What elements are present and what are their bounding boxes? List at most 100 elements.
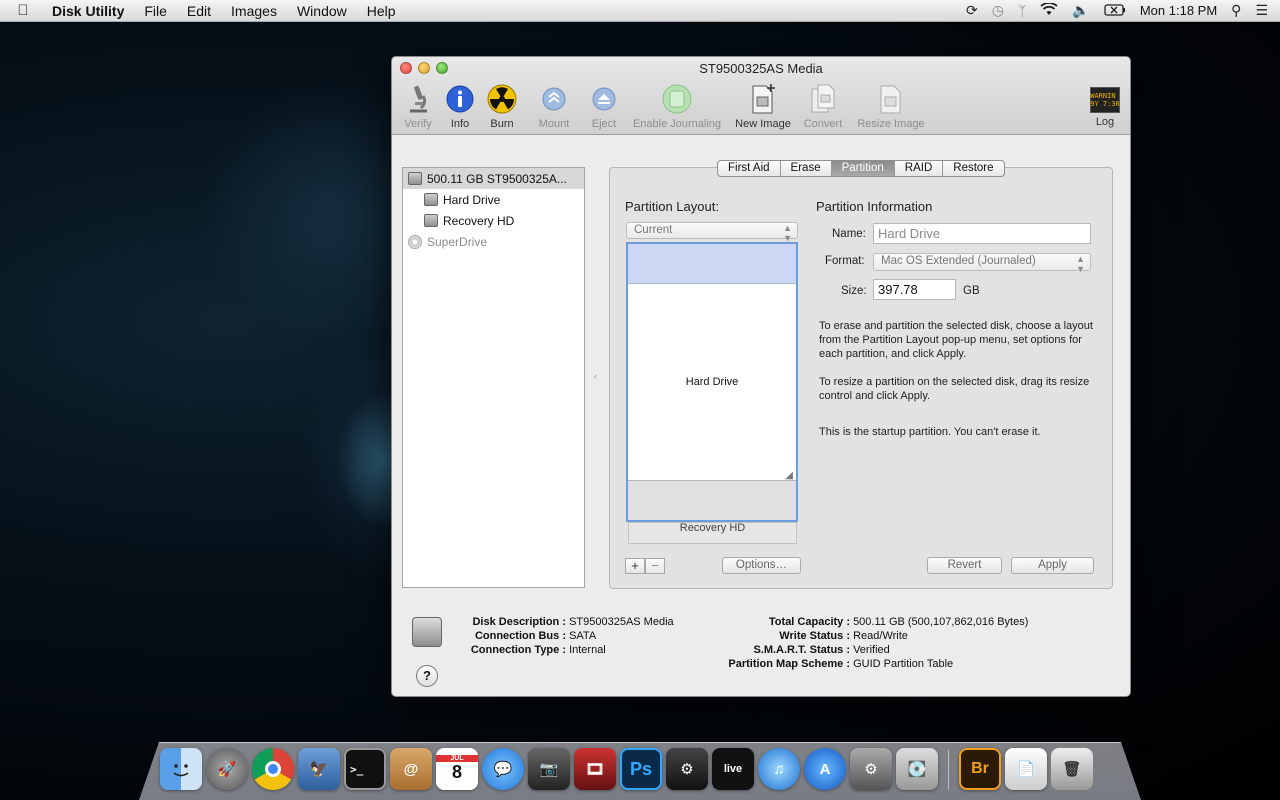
messages-icon[interactable]: 💬 xyxy=(482,748,524,790)
verify-button[interactable]: Verify xyxy=(400,83,436,130)
preview-eagle-icon[interactable]: 🦅 xyxy=(298,748,340,790)
eject-icon xyxy=(588,83,620,115)
partition-help-text-1: To erase and partition the selected disk… xyxy=(819,320,1093,360)
apple-menu-icon[interactable]:  xyxy=(0,2,46,19)
resize-image-button[interactable]: Resize Image xyxy=(853,83,929,130)
menu-help[interactable]: Help xyxy=(357,3,406,19)
system-preferences-icon[interactable]: ⚙ xyxy=(850,748,892,790)
convert-button[interactable]: Convert xyxy=(800,83,846,130)
info-value: GUID Partition Table xyxy=(853,658,954,670)
menu-edit[interactable]: Edit xyxy=(177,3,221,19)
enable-journaling-button[interactable]: Enable Journaling xyxy=(630,83,724,130)
sidebar-volume-hard-drive[interactable]: Hard Drive xyxy=(403,189,584,210)
menubar-clock[interactable]: Mon 1:18 PM xyxy=(1140,3,1217,18)
disk-sidebar[interactable]: 500.11 GB ST9500325A... Hard Drive Recov… xyxy=(402,167,585,588)
partition-layout-popup[interactable]: Current ▲ ▼ xyxy=(626,222,798,243)
documents-stack-icon[interactable]: 📄 xyxy=(1005,748,1047,790)
bluetooth-icon[interactable]: ᛉ xyxy=(1018,3,1026,19)
recovery-block-label: Recovery HD xyxy=(679,522,746,534)
new-image-button[interactable]: New Image xyxy=(732,83,794,130)
sidebar-superdrive[interactable]: SuperDrive xyxy=(403,231,584,252)
app-store-icon[interactable]: A xyxy=(804,748,846,790)
tab-first-aid[interactable]: First Aid xyxy=(718,161,781,176)
battery-icon[interactable] xyxy=(1104,3,1126,19)
partition-help-text-2: To resize a partition on the selected di… xyxy=(819,376,1090,402)
sidebar-disk-item[interactable]: 500.11 GB ST9500325A... xyxy=(403,168,584,189)
bridge-icon[interactable]: Br xyxy=(959,748,1001,790)
menu-file[interactable]: File xyxy=(134,3,177,19)
calendar-month: JUL xyxy=(436,755,478,762)
steam-icon[interactable]: ⚙ xyxy=(666,748,708,790)
partition-layout-diagram[interactable]: Hard Drive ◢ xyxy=(626,242,798,522)
volume-icon xyxy=(424,214,438,227)
partition-block-recovery-hd[interactable]: Recovery HD xyxy=(628,522,797,544)
revert-button[interactable]: Revert xyxy=(927,557,1002,574)
partition-size-field[interactable]: 397.78 xyxy=(873,279,956,300)
info-label: Info xyxy=(450,118,470,130)
trash-icon[interactable]: 🗑 xyxy=(1051,748,1093,790)
eject-button[interactable]: Eject xyxy=(588,83,620,130)
disk-utility-icon[interactable]: 💽 xyxy=(896,748,938,790)
partition-lower-area xyxy=(628,480,796,520)
dock-separator xyxy=(948,750,949,790)
burn-button[interactable]: Burn xyxy=(485,83,519,130)
tab-bar: First Aid Erase Partition RAID Restore xyxy=(717,160,1005,177)
help-button[interactable]: ? xyxy=(416,665,438,687)
disk-info-right: Total Capacity : 500.11 GB (500,107,862,… xyxy=(707,615,1028,671)
partition-layout-label: Partition Layout: xyxy=(625,199,719,214)
info-value: 500.11 GB (500,107,862,016 Bytes) xyxy=(853,616,1029,628)
splitter-handle[interactable]: ‹ xyxy=(594,371,597,381)
info-row: S.M.A.R.T. Status : Verified xyxy=(707,643,1028,657)
itunes-icon[interactable]: ♫ xyxy=(758,748,800,790)
sidebar-volume-recovery-hd[interactable]: Recovery HD xyxy=(403,210,584,231)
ableton-live-icon[interactable]: live xyxy=(712,748,754,790)
partition-help-text-3: This is the startup partition. You can't… xyxy=(819,426,1041,438)
info-value: SATA xyxy=(569,630,597,642)
chrome-icon[interactable] xyxy=(252,748,294,790)
size-unit-label: GB xyxy=(963,285,980,297)
photo-booth-icon[interactable]: 🎞 xyxy=(574,748,616,790)
apply-button[interactable]: Apply xyxy=(1011,557,1094,574)
info-row: Connection Bus : SATA xyxy=(452,629,674,643)
launchpad-rocket-icon[interactable]: 🚀 xyxy=(206,748,248,790)
remove-partition-button[interactable]: − xyxy=(645,558,665,574)
menu-window[interactable]: Window xyxy=(287,3,357,19)
calendar-icon[interactable]: JUL 8 xyxy=(436,748,478,790)
microscope-icon xyxy=(402,83,434,115)
hard-disk-icon xyxy=(408,172,422,185)
info-row: Connection Type : Internal xyxy=(452,643,674,657)
disk-info-left: Disk Description : ST9500325AS Media Con… xyxy=(452,615,674,657)
add-partition-button[interactable]: + xyxy=(625,558,645,574)
partition-name-field[interactable]: Hard Drive xyxy=(873,223,1091,244)
tab-erase[interactable]: Erase xyxy=(781,161,832,176)
contacts-icon[interactable]: @ xyxy=(390,748,432,790)
window-titlebar: ST9500325AS Media Verify Info Burn Mount… xyxy=(392,57,1130,135)
time-machine-icon[interactable]: ◷ xyxy=(992,2,1004,19)
format-popup[interactable]: Mac OS Extended (Journaled) ▲ ▼ xyxy=(873,253,1091,274)
tab-partition[interactable]: Partition xyxy=(831,161,895,176)
menu-app-name[interactable]: Disk Utility xyxy=(46,3,134,19)
tab-raid[interactable]: RAID xyxy=(895,161,944,176)
notification-center-icon[interactable]: ☰ xyxy=(1255,2,1268,19)
info-button[interactable]: Info xyxy=(444,83,476,130)
volume-icon[interactable]: 🔈 xyxy=(1072,2,1089,19)
partition-block-hard-drive[interactable]: Hard Drive xyxy=(628,284,796,480)
sync-icon[interactable]: ⟳ xyxy=(966,2,978,19)
tab-restore[interactable]: Restore xyxy=(943,161,1003,176)
journaling-icon xyxy=(661,83,693,115)
info-value: ST9500325AS Media xyxy=(569,616,674,628)
info-value: Read/Write xyxy=(853,630,908,642)
sidebar-disk-label: 500.11 GB ST9500325A... xyxy=(427,171,567,186)
spotlight-search-icon[interactable]: ⚲ xyxy=(1231,2,1241,19)
log-button[interactable]: WARNIN 9Y 7:36 Log xyxy=(1088,83,1122,128)
sidebar-superdrive-label: SuperDrive xyxy=(427,234,488,249)
menu-images[interactable]: Images xyxy=(221,3,287,19)
facetime-camera-icon[interactable]: 📷 xyxy=(528,748,570,790)
terminal-icon[interactable]: >_ xyxy=(344,748,386,790)
wifi-icon[interactable] xyxy=(1040,1,1059,19)
options-button[interactable]: Options… xyxy=(722,557,801,574)
popup-arrows-icon: ▲ ▼ xyxy=(783,223,792,243)
mount-button[interactable]: Mount xyxy=(535,83,573,130)
photoshop-icon[interactable]: Ps xyxy=(620,748,662,790)
finder-icon[interactable] xyxy=(160,748,202,790)
